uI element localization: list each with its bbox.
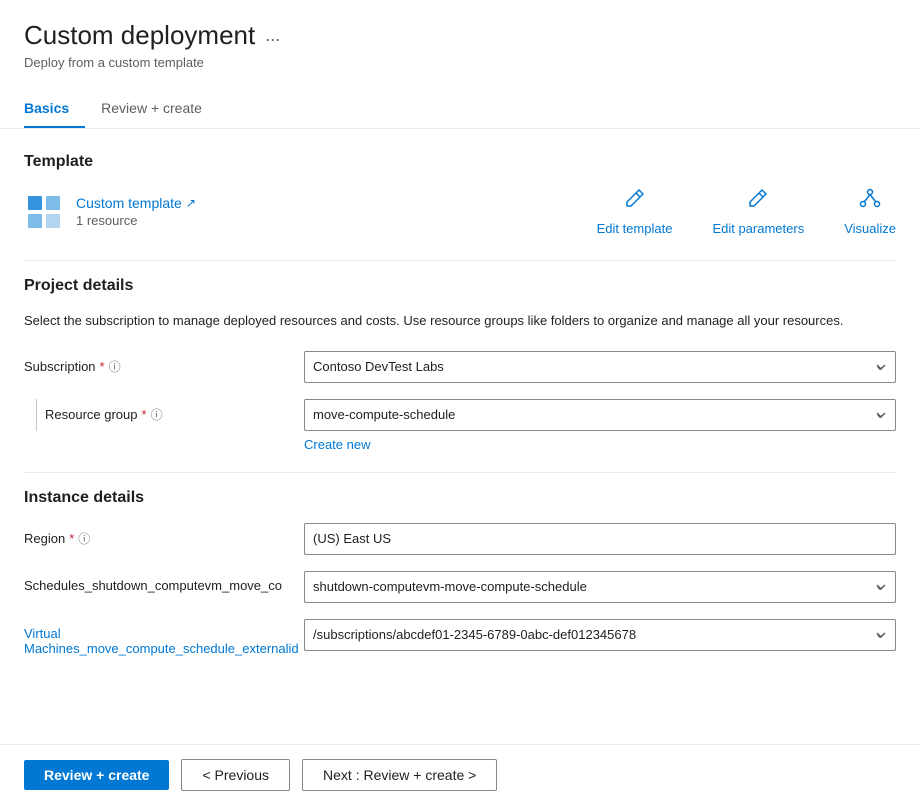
- schedules-select[interactable]: shutdown-computevm-move-compute-schedule: [304, 571, 896, 603]
- virtual-machines-control: /subscriptions/abcdef01-2345-6789-0abc-d…: [304, 619, 896, 651]
- page-title: Custom deployment ...: [24, 20, 896, 51]
- external-link-icon: ↗: [186, 196, 196, 210]
- region-control: [304, 523, 896, 555]
- region-required-star: *: [69, 531, 74, 546]
- virtual-machines-select-wrapper: /subscriptions/abcdef01-2345-6789-0abc-d…: [304, 619, 896, 651]
- subscription-select-wrapper: Contoso DevTest Labs: [304, 351, 896, 383]
- virtual-machines-row: Virtual Machines_move_compute_schedule_e…: [24, 619, 896, 656]
- visualize-action[interactable]: Visualize: [844, 187, 896, 236]
- previous-button[interactable]: < Previous: [181, 759, 290, 791]
- virtual-label-line1: Virtual: [24, 626, 61, 641]
- instance-details-section: Instance details Region * ⓘ Schedules_sh…: [24, 489, 896, 656]
- virtual-machines-select[interactable]: /subscriptions/abcdef01-2345-6789-0abc-d…: [304, 619, 896, 651]
- schedules-row: Schedules_shutdown_computevm_move_co shu…: [24, 571, 896, 603]
- subscription-info-icon[interactable]: ⓘ: [109, 358, 121, 375]
- template-card: Custom template ↗ 1 resource Edit temp: [24, 187, 896, 236]
- resource-group-info-icon[interactable]: ⓘ: [151, 406, 163, 423]
- page-title-text: Custom deployment: [24, 20, 255, 51]
- edit-template-action[interactable]: Edit template: [597, 187, 673, 236]
- resource-group-row: Resource group * ⓘ move-compute-schedule…: [24, 399, 896, 452]
- template-section: Template Custom template ↗: [24, 153, 896, 236]
- resource-group-select[interactable]: move-compute-schedule: [304, 399, 896, 431]
- virtual-machines-label: Virtual Machines_move_compute_schedule_e…: [24, 619, 304, 656]
- divider-1: [24, 260, 896, 261]
- subscription-row: Subscription * ⓘ Contoso DevTest Labs: [24, 351, 896, 383]
- page-header: Custom deployment ... Deploy from a cust…: [0, 0, 920, 82]
- subscription-required-star: *: [100, 359, 105, 374]
- visualize-label: Visualize: [844, 221, 896, 236]
- next-button[interactable]: Next : Review + create >: [302, 759, 497, 791]
- template-name-link[interactable]: Custom template ↗: [76, 195, 196, 211]
- footer-bar: Review + create < Previous Next : Review…: [0, 744, 920, 805]
- indent-line: [36, 399, 37, 431]
- divider-2: [24, 472, 896, 473]
- template-info: Custom template ↗ 1 resource: [24, 192, 196, 232]
- schedules-control: shutdown-computevm-move-compute-schedule: [304, 571, 896, 603]
- region-label-text: Region: [24, 531, 65, 546]
- edit-parameters-icon: [747, 187, 769, 215]
- schedules-label: Schedules_shutdown_computevm_move_co: [24, 571, 304, 593]
- tabs-bar: Basics Review + create: [0, 90, 920, 129]
- subscription-label: Subscription * ⓘ: [24, 351, 304, 375]
- template-grid-icon: [24, 192, 64, 232]
- review-create-button[interactable]: Review + create: [24, 760, 169, 790]
- region-info-icon[interactable]: ⓘ: [78, 530, 90, 547]
- subscription-label-text: Subscription: [24, 359, 96, 374]
- visualize-icon: [859, 187, 881, 215]
- template-section-title: Template: [24, 153, 896, 171]
- resource-group-label-text: Resource group: [45, 407, 138, 422]
- tab-review-create[interactable]: Review + create: [101, 90, 218, 128]
- project-details-title: Project details: [24, 277, 896, 295]
- template-name-text: Custom template: [76, 195, 182, 211]
- resource-group-label: Resource group * ⓘ: [45, 399, 304, 423]
- template-resource-count: 1 resource: [76, 213, 196, 228]
- subscription-control: Contoso DevTest Labs: [304, 351, 896, 383]
- schedules-label-text: Schedules_shutdown_computevm_move_co: [24, 578, 282, 593]
- project-details-section: Project details Select the subscription …: [24, 277, 896, 452]
- region-label: Region * ⓘ: [24, 523, 304, 547]
- region-row: Region * ⓘ: [24, 523, 896, 555]
- edit-parameters-label: Edit parameters: [712, 221, 804, 236]
- template-name-wrapper: Custom template ↗ 1 resource: [76, 195, 196, 228]
- instance-details-title: Instance details: [24, 489, 896, 507]
- schedules-select-wrapper: shutdown-computevm-move-compute-schedule: [304, 571, 896, 603]
- resource-group-control: move-compute-schedule Create new: [304, 399, 896, 452]
- create-new-link[interactable]: Create new: [304, 437, 896, 452]
- region-input[interactable]: [304, 523, 896, 555]
- tab-basics[interactable]: Basics: [24, 90, 85, 128]
- page-subtitle: Deploy from a custom template: [24, 55, 896, 70]
- edit-template-icon: [624, 187, 646, 215]
- subscription-select[interactable]: Contoso DevTest Labs: [304, 351, 896, 383]
- main-content: Template Custom template ↗: [0, 129, 920, 656]
- edit-template-label: Edit template: [597, 221, 673, 236]
- virtual-machines-label-text: Virtual Machines_move_compute_schedule_e…: [24, 626, 299, 656]
- virtual-label-line2: Machines_move_compute_schedule_externali…: [24, 641, 299, 656]
- template-actions: Edit template Edit parameters: [597, 187, 896, 236]
- project-description: Select the subscription to manage deploy…: [24, 311, 896, 331]
- ellipsis-menu[interactable]: ...: [265, 25, 280, 46]
- resource-group-label-wrapper: Resource group * ⓘ: [24, 399, 304, 431]
- resource-group-select-wrapper: move-compute-schedule: [304, 399, 896, 431]
- resource-group-required-star: *: [142, 407, 147, 422]
- edit-parameters-action[interactable]: Edit parameters: [712, 187, 804, 236]
